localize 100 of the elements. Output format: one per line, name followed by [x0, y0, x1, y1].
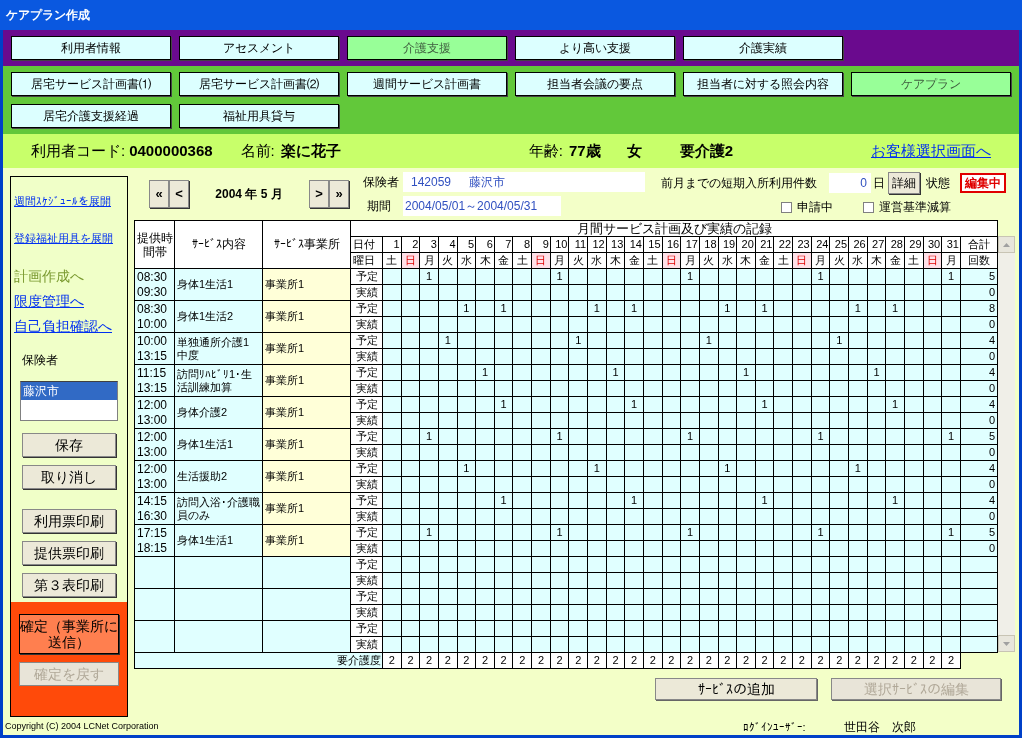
scroll-up-icon[interactable]: [998, 236, 1015, 253]
insurer-code: 142059: [411, 174, 452, 191]
day-number: 22: [773, 236, 793, 253]
day-number: 4: [438, 236, 458, 253]
column-header: ｻｰﾋﾞｽ内容: [174, 220, 263, 269]
service-cell: 単独通所介護1 中度: [174, 332, 263, 365]
weekday: 土: [904, 252, 924, 269]
scroll-down-icon[interactable]: [998, 635, 1015, 652]
column-header: 月間サービス計画及び実績の記録: [350, 220, 998, 237]
nav-tab[interactable]: 居宅サービス計画書⑴: [11, 72, 171, 96]
weekday: 月: [419, 252, 439, 269]
insurer-label: 保険者: [22, 352, 59, 369]
day-number: 11: [568, 236, 588, 253]
action-button[interactable]: 利用票印刷: [22, 509, 116, 533]
day-number: 25: [829, 236, 849, 253]
day-number: 14: [624, 236, 644, 253]
action-button[interactable]: 提供票印刷: [22, 541, 116, 565]
nav-link[interactable]: 自己負担確認へ: [14, 316, 124, 337]
scrollbar[interactable]: [998, 236, 1015, 652]
nav-tab[interactable]: 居宅介護支援経過: [11, 104, 171, 128]
column-header: 合計: [960, 236, 998, 253]
weekday: 金: [624, 252, 644, 269]
last-month-button[interactable]: »: [329, 180, 349, 208]
nav-tab[interactable]: 週間サービス計画書: [347, 72, 507, 96]
time-cell: 08:30 09:30: [134, 268, 175, 301]
day-number: 29: [904, 236, 924, 253]
weekday: 土: [643, 252, 663, 269]
nav-tab[interactable]: 介護実績: [683, 36, 843, 60]
column-header: 日付: [350, 236, 383, 253]
user-code: 0400000368: [129, 140, 213, 161]
time-cell: 10:00 13:15: [134, 332, 175, 365]
weekday: 金: [755, 252, 774, 269]
day-number: 8: [513, 236, 532, 253]
next-month-button[interactable]: >: [309, 180, 329, 208]
provider-cell: 事業所1: [262, 492, 351, 525]
weekday: 金: [885, 252, 905, 269]
weekday: 火: [829, 252, 849, 269]
day-number: 26: [848, 236, 868, 253]
weekday: 土: [513, 252, 532, 269]
user-sex: 女: [626, 140, 642, 161]
day-number: 30: [923, 236, 942, 253]
service-cell: 身体1生活1: [174, 524, 263, 557]
day-number: 9: [531, 236, 551, 253]
day-number: 19: [718, 236, 737, 253]
month-label: 2004 年 5 月: [214, 186, 284, 203]
nav-tab[interactable]: より高い支援: [515, 36, 675, 60]
provider-cell: 事業所1: [262, 300, 351, 333]
day-number: 13: [606, 236, 625, 253]
service-cell: 身体1生活1: [174, 268, 263, 301]
previous-month-button[interactable]: <: [169, 180, 189, 208]
confirm-button[interactable]: 確定（事業所に送信）: [19, 614, 119, 654]
nav-tab[interactable]: 担当者会議の要点: [515, 72, 675, 96]
weekday: 月: [811, 252, 830, 269]
detail-button[interactable]: 詳細: [888, 172, 920, 194]
status-badge: 編集中: [960, 173, 1006, 193]
time-cell: 17:15 18:15: [134, 524, 175, 557]
first-month-button[interactable]: «: [149, 180, 169, 208]
customer-select-link[interactable]: お客様選択画面へ: [871, 139, 991, 163]
provider-cell: 事業所1: [262, 428, 351, 461]
nav-tab[interactable]: 居宅サービス計画書⑵: [179, 72, 339, 96]
day-number: 18: [699, 236, 719, 253]
weekday: 水: [457, 252, 476, 269]
day-number: 16: [662, 236, 681, 253]
field-label: 期間: [366, 198, 392, 215]
nav-link[interactable]: 限度管理へ: [14, 291, 124, 312]
provider-cell: 事業所1: [262, 460, 351, 493]
weekday: 水: [848, 252, 868, 269]
action-button[interactable]: ｻｰﾋﾞｽの追加: [655, 678, 817, 700]
day-number: 23: [792, 236, 812, 253]
list-item[interactable]: 藤沢市: [21, 382, 117, 400]
time-cell: 08:30 10:00: [134, 300, 175, 333]
window-title: ケアプラン作成: [6, 7, 90, 24]
nav-tab[interactable]: 福祉用具貸与: [179, 104, 339, 128]
weekday: 木: [606, 252, 625, 269]
expand-link[interactable]: 週間ｽｹｼﾞｭｰﾙを展開: [14, 193, 124, 210]
login-user: 世田谷 次郎: [843, 719, 916, 735]
action-button[interactable]: 取り消し: [22, 465, 116, 489]
column-header: ｻｰﾋﾞｽ事業所: [262, 220, 351, 269]
expand-link[interactable]: 登録福祉用具を展開: [14, 229, 124, 246]
action-button[interactable]: 保存: [22, 433, 116, 457]
checkbox[interactable]: 申請中: [781, 198, 833, 216]
nav-tab[interactable]: ケアプラン: [851, 72, 1011, 96]
nav-tab[interactable]: 介護支援: [347, 36, 507, 60]
day-number: 21: [755, 236, 774, 253]
day-number: 28: [885, 236, 905, 253]
insurer-listbox[interactable]: 藤沢市: [20, 381, 118, 421]
checkbox[interactable]: 運営基準減算: [863, 198, 951, 216]
nav-tab[interactable]: アセスメント: [179, 36, 339, 60]
login-label: ﾛｸﾞｲﾝﾕｰｻﾞｰ:: [742, 719, 806, 735]
weekday: 木: [867, 252, 886, 269]
day-number: 24: [811, 236, 830, 253]
service-cell: 身体1生活2: [174, 300, 263, 333]
weekday: 月: [550, 252, 569, 269]
column-header: 提供時間帯: [134, 220, 175, 269]
day-number: 2: [401, 236, 420, 253]
user-age: 77歳: [568, 140, 601, 161]
nav-tab[interactable]: 担当者に対する照会内容: [683, 72, 843, 96]
nav-tab[interactable]: 利用者情報: [11, 36, 171, 60]
action-button[interactable]: 第３表印刷: [22, 573, 116, 597]
service-cell: 訪問入浴･介護職員のみ: [174, 492, 263, 525]
